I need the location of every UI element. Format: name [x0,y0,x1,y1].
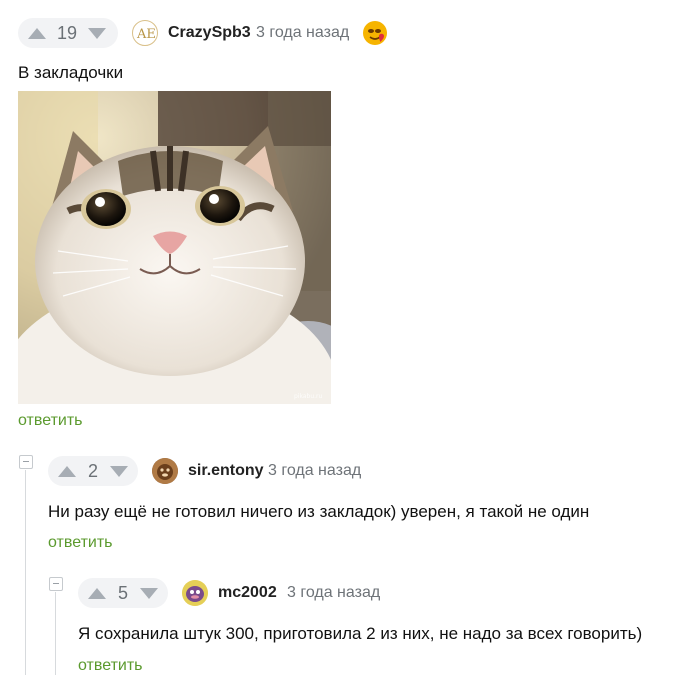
comment-time[interactable]: 3 года назад [256,24,349,42]
cat-image: pikabu.ru [18,91,331,404]
avatar[interactable] [152,458,178,484]
arrow-down-icon[interactable] [140,587,158,599]
comment-text: В закладочки [18,63,124,82]
avatar-icon [182,580,208,606]
comment-time[interactable]: 3 года назад [287,584,380,602]
rating-score: 2 [87,460,98,481]
comment-author[interactable]: mc2002 [218,584,277,602]
comment-author[interactable]: sir.entony [188,462,264,480]
comment-author[interactable]: CrazySpb3 [168,24,251,42]
avatar[interactable]: AE [132,20,158,46]
arrow-up-icon[interactable] [88,587,106,599]
avatar[interactable] [182,580,208,606]
reply-link[interactable]: ответить [18,412,83,430]
thread-line [55,592,56,675]
award-heart-icon[interactable] [362,20,388,46]
avatar-icon [152,458,178,484]
comment-time[interactable]: 3 года назад [268,462,361,480]
arrow-down-icon[interactable] [88,27,106,39]
rating-block: 19 [18,18,118,48]
comment-image[interactable]: pikabu.ru [18,91,331,404]
comment-text: Я сохранила штук 300, приготовила 2 из н… [78,624,643,643]
arrow-up-icon[interactable] [28,27,46,39]
rating-score: 5 [117,582,128,603]
comment-text: Ни разу ещё не готовил ничего из закладо… [48,502,590,521]
reply-link[interactable]: ответить [48,534,113,552]
arrow-down-icon[interactable] [110,465,128,477]
image-watermark: pikabu.ru [294,393,323,400]
reply-link[interactable]: ответить [78,657,143,675]
svg-text:AE: AE [136,27,156,42]
thread-line [25,470,26,675]
rating-score: 19 [56,22,78,43]
rating-block: 5 [78,578,168,608]
avatar-icon: AE [136,27,156,42]
collapse-icon[interactable] [19,455,33,469]
collapse-icon[interactable] [49,577,63,591]
arrow-up-icon[interactable] [58,465,76,477]
rating-block: 2 [48,456,138,486]
